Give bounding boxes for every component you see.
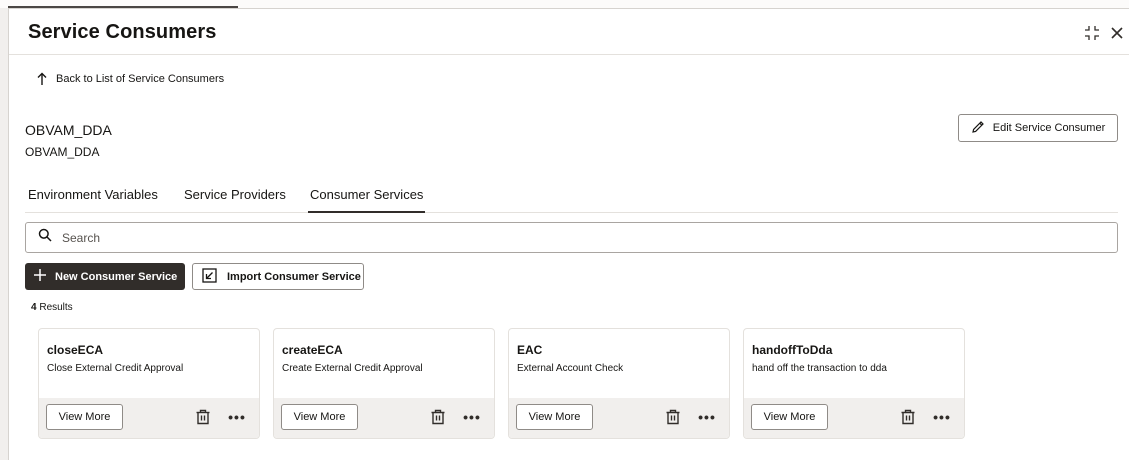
results-count: 4 Results (31, 302, 73, 313)
arrow-up-icon (37, 72, 47, 86)
search-icon (38, 228, 52, 247)
plus-icon (33, 268, 47, 285)
card-description: hand off the transaction to dda (752, 363, 887, 374)
service-card: EAC External Account Check View More ••• (508, 328, 730, 439)
view-more-button[interactable]: View More (281, 404, 358, 430)
edit-button-label: Edit Service Consumer (992, 122, 1106, 134)
consumer-name: OBVAM_DDA (25, 122, 112, 138)
trash-icon[interactable] (194, 408, 212, 426)
trash-icon[interactable] (429, 408, 447, 426)
more-actions-icon[interactable]: ••• (696, 408, 718, 426)
tab-environment-variables[interactable]: Environment Variables (28, 187, 158, 202)
service-card: handoffToDda hand off the transaction to… (743, 328, 965, 439)
card-footer: View More ••• (744, 398, 964, 438)
service-card: closeECA Close External Credit Approval … (38, 328, 260, 439)
import-consumer-service-button[interactable]: Import Consumer Service (192, 263, 364, 290)
page-title: Service Consumers (28, 21, 217, 43)
tab-service-providers[interactable]: Service Providers (184, 187, 286, 202)
close-icon[interactable] (1107, 23, 1127, 43)
tab-consumer-services[interactable]: Consumer Services (307, 187, 426, 213)
top-strip (0, 0, 1129, 8)
more-actions-icon[interactable]: ••• (931, 408, 953, 426)
card-description: Close External Credit Approval (47, 363, 184, 374)
card-footer: View More ••• (509, 398, 729, 438)
view-more-button[interactable]: View More (516, 404, 593, 430)
back-link-label: Back to List of Service Consumers (56, 73, 225, 85)
panel-header: Service Consumers (9, 9, 1129, 55)
service-card: createECA Create External Credit Approva… (273, 328, 495, 439)
trash-icon[interactable] (899, 408, 917, 426)
import-button-label: Import Consumer Service (227, 270, 361, 283)
card-description: Create External Credit Approval (282, 363, 423, 374)
search-box (25, 222, 1118, 253)
search-input[interactable] (62, 230, 962, 245)
card-title: handoffToDda (752, 343, 833, 357)
card-title: EAC (517, 343, 543, 357)
service-consumers-panel: Service Consumers Back to List of Servic… (8, 8, 1129, 460)
results-label: Results (36, 302, 73, 313)
more-actions-icon[interactable]: ••• (461, 408, 483, 426)
tab-bar: Environment Variables Service Providers … (25, 179, 1118, 213)
card-footer: View More ••• (39, 398, 259, 438)
more-actions-icon[interactable]: ••• (226, 408, 248, 426)
consumer-subtitle: OBVAM_DDA (25, 145, 100, 159)
view-more-button[interactable]: View More (751, 404, 828, 430)
new-consumer-service-button[interactable]: New Consumer Service (25, 263, 185, 290)
collapse-icon[interactable] (1082, 23, 1102, 43)
import-icon (202, 267, 217, 286)
pencil-icon (971, 120, 985, 137)
card-title: createECA (282, 343, 343, 357)
trash-icon[interactable] (664, 408, 682, 426)
card-description: External Account Check (517, 363, 624, 374)
back-to-list-link[interactable]: Back to List of Service Consumers (37, 72, 224, 86)
edit-service-consumer-button[interactable]: Edit Service Consumer (958, 114, 1118, 142)
card-footer: View More ••• (274, 398, 494, 438)
view-more-button[interactable]: View More (46, 404, 123, 430)
card-title: closeECA (47, 343, 104, 357)
new-button-label: New Consumer Service (55, 270, 178, 283)
